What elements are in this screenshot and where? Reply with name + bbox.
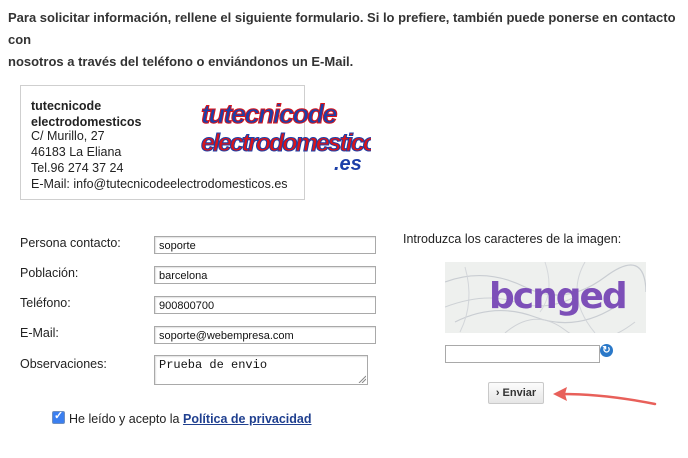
- captcha-image: bcnged: [445, 262, 646, 333]
- captcha-input[interactable]: [445, 345, 600, 363]
- phone-input[interactable]: 900800700: [154, 296, 376, 314]
- city-input[interactable]: barcelona: [154, 266, 376, 284]
- company-email: E-Mail: info@tutecnicodeelectrodomestico…: [31, 177, 288, 191]
- company-name: tutecnicode electrodomesticos: [31, 98, 141, 130]
- contact-input[interactable]: soporte: [154, 236, 376, 254]
- chevron-right-icon: ›: [495, 387, 500, 399]
- company-phone: Tel.96 274 37 24: [31, 161, 124, 175]
- notes-value: Prueba de envio: [159, 358, 268, 372]
- company-name-line-1: tutecnicode: [31, 99, 102, 113]
- consent-checkbox[interactable]: [52, 409, 65, 424]
- notes-textarea[interactable]: Prueba de envio: [154, 355, 368, 385]
- city-label: Población:: [20, 266, 79, 280]
- notes-label: Observaciones:: [20, 357, 107, 371]
- captcha-text: bcnged: [489, 276, 626, 317]
- resize-handle-icon[interactable]: [358, 375, 366, 383]
- company-city: 46183 La Eliana: [31, 145, 122, 159]
- logo-suffix: .es: [334, 153, 362, 175]
- intro-line-1: Para solicitar información, rellene el s…: [8, 10, 676, 47]
- contact-label: Persona contacto:: [20, 236, 121, 250]
- company-address: C/ Murillo, 27: [31, 129, 105, 143]
- intro-text: Para solicitar información, rellene el s…: [8, 7, 684, 73]
- submit-button[interactable]: › Enviar: [488, 382, 544, 404]
- company-logo: tutecnicode electrodomesticos .es: [201, 99, 371, 176]
- logo-line-1: tutecnicode: [201, 99, 338, 129]
- privacy-policy-link[interactable]: Política de privacidad: [183, 412, 312, 426]
- captcha-label: Introduzca los caracteres de la imagen:: [403, 232, 622, 246]
- company-name-line-2: electrodomesticos: [31, 115, 142, 129]
- intro-line-2: nosotros a través del teléfono o enviánd…: [8, 54, 354, 69]
- refresh-icon[interactable]: ↻: [600, 344, 613, 357]
- phone-label: Teléfono:: [20, 296, 71, 310]
- email-input[interactable]: soporte@webempresa.com: [154, 326, 376, 344]
- annotation-arrow-icon: [553, 387, 657, 406]
- email-label: E-Mail:: [20, 326, 59, 340]
- submit-label: Enviar: [502, 387, 537, 399]
- company-card: tutecnicode electrodomesticos C/ Murillo…: [20, 85, 371, 200]
- consent-row: He leído y acepto la Política de privaci…: [52, 409, 312, 426]
- consent-text: He leído y acepto la: [69, 412, 180, 426]
